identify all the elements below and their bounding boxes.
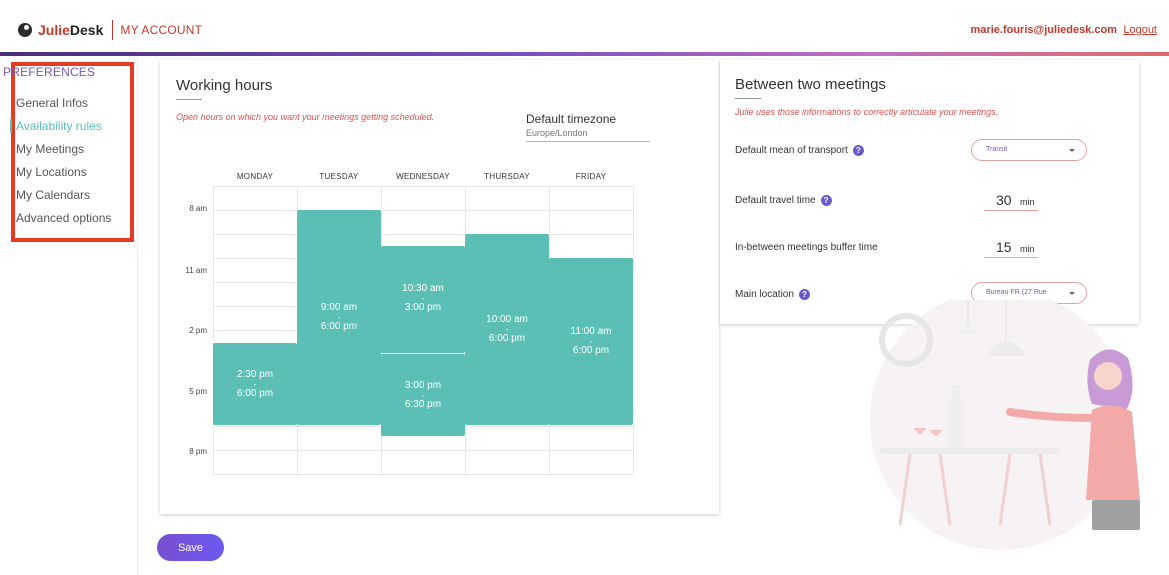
working-hours-subtitle: Open hours on which you want your meetin… [176, 112, 435, 122]
timezone-label: Default timezone [526, 112, 617, 126]
brand-desk: Desk [69, 22, 104, 38]
buffer-label: In-between meetings buffer time [735, 242, 878, 253]
slot-friday[interactable]: 11:00 am - 6:00 pm [549, 258, 633, 425]
slot-end: 6:00 pm [572, 345, 610, 356]
grid-line [213, 234, 633, 235]
transport-row: Default mean of transport ? [735, 145, 864, 156]
timezone-underline [526, 141, 650, 142]
slot-wednesday-morning[interactable]: 10:30 am - 3:00 pm [381, 246, 465, 353]
preferences-title: PREFERENCES [3, 65, 96, 79]
time-label: 8 pm [189, 447, 207, 456]
sidebar-item-availability-rules[interactable]: Availability rules [16, 119, 102, 133]
timezone-value[interactable]: Europe/London [526, 128, 588, 138]
save-button[interactable]: Save [157, 534, 224, 561]
slot-dash: - [589, 337, 593, 346]
grid-line [213, 450, 633, 451]
title-underline [735, 98, 761, 99]
buffer-field[interactable]: 15 min [984, 236, 1038, 258]
question-mark-icon[interactable]: ? [852, 145, 864, 156]
travel-time-row: Default travel time ? [735, 195, 832, 206]
time-label: 2 pm [189, 326, 207, 335]
location-row: Main location ? [735, 289, 810, 300]
slot-thursday[interactable]: 10:00 am - 6:00 pm [465, 234, 549, 425]
between-meetings-card: Between two meetings Julie uses those in… [720, 60, 1139, 324]
sidebar-item-my-locations[interactable]: My Locations [16, 165, 87, 179]
sidebar-item-general-infos[interactable]: General Infos [16, 96, 88, 110]
travel-time-unit: min [1020, 197, 1035, 207]
julie-desk-logo[interactable]: Julie Desk MY ACCOUNT [18, 20, 202, 40]
day-header-wednesday: WEDNESDAY [396, 172, 450, 181]
day-header-tuesday: TUESDAY [319, 172, 359, 181]
availability-grid[interactable]: MONDAY TUESDAY WEDNESDAY THURSDAY FRIDAY… [185, 172, 634, 475]
grid-line [213, 186, 214, 474]
grid-line [633, 186, 634, 474]
time-label: 5 pm [189, 387, 207, 396]
slot-dash: - [253, 380, 257, 389]
grid-line [213, 210, 633, 211]
slot-tuesday[interactable]: 9:00 am - 6:00 pm [297, 210, 381, 425]
question-mark-icon[interactable]: ? [798, 289, 810, 300]
slot-end: 6:30 pm [404, 399, 442, 410]
location-label: Main location [735, 289, 794, 300]
transport-label: Default mean of transport [735, 145, 848, 156]
logo-icon [18, 23, 32, 37]
brand-julie: Julie [38, 22, 70, 38]
day-header-friday: FRIDAY [575, 172, 607, 181]
day-header-thursday: THURSDAY [484, 172, 530, 181]
logo-divider [112, 20, 114, 40]
sidebar-item-my-meetings[interactable]: My Meetings [16, 142, 84, 156]
travel-time-label: Default travel time [735, 195, 816, 206]
sidebar-item-my-calendars[interactable]: My Calendars [16, 188, 90, 202]
time-label: 11 am [185, 266, 207, 275]
working-hours-card: Working hours Open hours on which you wa… [160, 60, 719, 514]
section-title: MY ACCOUNT [120, 23, 203, 37]
slot-dash: - [505, 325, 509, 334]
slot-end: 6:00 pm [320, 321, 358, 332]
header-gradient-bar [0, 52, 1169, 56]
between-meetings-subtitle: Julie uses those informations to correct… [735, 107, 999, 117]
travel-time-value[interactable]: 30 [996, 192, 1012, 208]
working-hours-title: Working hours [176, 77, 273, 94]
between-meetings-title: Between two meetings [735, 76, 886, 93]
slot-monday[interactable]: 2:30 pm - 6:00 pm [213, 343, 297, 425]
slot-end: 6:00 pm [236, 388, 274, 399]
logout-link[interactable]: Logout [1123, 24, 1157, 36]
buffer-row: In-between meetings buffer time [735, 242, 878, 253]
buffer-value[interactable]: 15 [996, 239, 1012, 255]
time-label: 8 am [189, 204, 207, 213]
active-indicator [10, 119, 12, 133]
sidebar: PREFERENCES General Infos Availability r… [0, 56, 138, 575]
sidebar-item-advanced-options[interactable]: Advanced options [16, 211, 111, 225]
transport-value: Transit [986, 146, 1008, 153]
day-header-monday: MONDAY [236, 172, 274, 181]
slot-dash: - [421, 294, 425, 303]
buffer-unit: min [1020, 244, 1035, 254]
slot-dash: - [337, 313, 341, 322]
slot-end: 3:00 pm [404, 302, 442, 313]
chevron-down-icon [1069, 292, 1075, 295]
slot-dash: - [421, 391, 425, 400]
slot-wednesday-afternoon[interactable]: 3:00 pm - 6:30 pm [381, 354, 465, 436]
user-email: marie.fouris@juliedesk.com [970, 24, 1117, 36]
slot-end: 6:00 pm [488, 333, 526, 344]
chevron-down-icon [1069, 149, 1075, 152]
location-value: Bureau FR (27 Rue [986, 289, 1047, 296]
top-header: Julie Desk MY ACCOUNT marie.fouris@julie… [0, 0, 1169, 56]
grid-line [213, 474, 633, 475]
woman-illustration [870, 300, 1140, 550]
grid-line [213, 186, 633, 187]
title-underline [176, 99, 202, 100]
question-mark-icon[interactable]: ? [820, 195, 832, 206]
transport-select[interactable]: Transit [971, 139, 1087, 161]
travel-time-field[interactable]: 30 min [984, 189, 1038, 211]
